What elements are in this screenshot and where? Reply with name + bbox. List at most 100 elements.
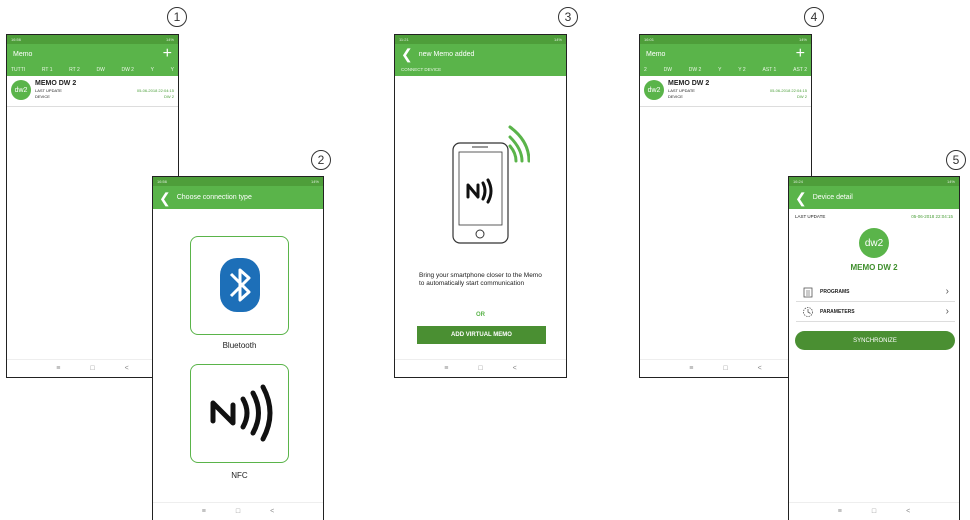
list-item[interactable]: dw2 MEMO DW 2 LAST UPDATE 05-06-2018 22:0… bbox=[7, 76, 178, 107]
menu-nav-icon[interactable]: ≡ bbox=[444, 365, 448, 372]
step-badge-5: 5 bbox=[946, 150, 966, 170]
device-label: DEVICE bbox=[35, 94, 50, 99]
nfc-label: NFC bbox=[231, 471, 248, 480]
device-value: DW 2 bbox=[797, 94, 807, 99]
menu-nav-icon[interactable]: ≡ bbox=[56, 365, 60, 372]
tab-dw[interactable]: DW bbox=[96, 67, 104, 73]
subtitle-bar: CONNECT DEVICE bbox=[395, 64, 566, 76]
nfc-option[interactable] bbox=[190, 364, 289, 463]
status-battery: 14% bbox=[165, 37, 174, 42]
step-badge-4: 4 bbox=[804, 7, 824, 27]
back-nav-icon[interactable]: < bbox=[906, 508, 910, 515]
tab-dw2[interactable]: DW 2 bbox=[689, 67, 702, 73]
screen-title: Device detail bbox=[812, 194, 853, 201]
app-title: Memo bbox=[646, 50, 666, 58]
chevron-right-icon: › bbox=[945, 286, 949, 297]
status-time: 16:01 bbox=[644, 37, 655, 42]
menu-nav-icon[interactable]: ≡ bbox=[689, 365, 693, 372]
filter-tabs: 2 DW DW 2 Y Y 2 AST 1 AST 2 bbox=[640, 64, 811, 77]
app-bar: Memo + bbox=[640, 44, 811, 64]
home-nav-icon[interactable]: □ bbox=[90, 365, 94, 372]
tab-dw[interactable]: DW bbox=[664, 67, 672, 73]
back-arrow-icon[interactable]: ❮ bbox=[401, 47, 413, 61]
device-name: MEMO DW 2 bbox=[850, 263, 898, 272]
bluetooth-option[interactable] bbox=[190, 236, 289, 335]
last-update-label: LAST UPDATE bbox=[668, 88, 695, 93]
menu-nav-icon[interactable]: ≡ bbox=[838, 508, 842, 515]
back-arrow-icon[interactable]: ❮ bbox=[159, 191, 171, 205]
tab-y[interactable]: Y bbox=[718, 67, 721, 73]
back-nav-icon[interactable]: < bbox=[513, 365, 517, 372]
last-update-label: LAST UPDATE bbox=[795, 214, 826, 219]
parameters-row[interactable]: PARAMETERS › bbox=[796, 302, 955, 322]
item-name: MEMO DW 2 bbox=[35, 80, 77, 87]
app-title: Memo bbox=[13, 50, 33, 58]
back-nav-icon[interactable]: < bbox=[270, 508, 274, 515]
home-nav-icon[interactable]: □ bbox=[478, 365, 482, 372]
synchronize-button[interactable]: SYNCHRONIZE bbox=[795, 331, 955, 350]
avatar: dw2 bbox=[859, 228, 889, 258]
status-time: 16:56 bbox=[157, 179, 168, 184]
or-label: OR bbox=[476, 312, 485, 318]
tab-y-2[interactable]: Y bbox=[171, 67, 174, 73]
status-bar: 16:56 14% bbox=[153, 177, 323, 186]
tab-tutti[interactable]: TUTTI bbox=[7, 67, 29, 77]
add-icon[interactable]: + bbox=[796, 46, 805, 62]
screen-new-memo: 11:21 14% ❮ new Memo added CONNECT DEVIC… bbox=[394, 34, 567, 378]
app-bar: ❮ new Memo added bbox=[395, 44, 566, 64]
status-battery: 14% bbox=[310, 179, 319, 184]
status-battery: 14% bbox=[946, 179, 955, 184]
step-badge-3: 3 bbox=[558, 7, 578, 27]
bluetooth-label: Bluetooth bbox=[222, 341, 257, 350]
screen-device-detail: 16:24 14% ❮ Device detail LAST UPDATE 05… bbox=[788, 176, 960, 520]
tab-y[interactable]: Y bbox=[151, 67, 154, 73]
add-virtual-memo-button[interactable]: ADD VIRTUAL MEMO bbox=[417, 326, 546, 344]
list-item[interactable]: dw2 MEMO DW 2 LAST UPDATE 05-06-2018 22:0… bbox=[640, 76, 811, 107]
tab-ast2[interactable]: AST 2 bbox=[790, 67, 810, 77]
clipboard-icon bbox=[803, 287, 813, 297]
tab-rt1[interactable]: RT 1 bbox=[42, 67, 53, 73]
tab-rt2[interactable]: RT 2 bbox=[69, 67, 80, 73]
status-bar: 16:01 14% bbox=[640, 35, 811, 44]
home-nav-icon[interactable]: □ bbox=[236, 508, 240, 515]
back-nav-icon[interactable]: < bbox=[125, 365, 129, 372]
back-arrow-icon[interactable]: ❮ bbox=[795, 191, 807, 205]
parameters-label: PARAMETERS bbox=[820, 308, 855, 315]
back-nav-icon[interactable]: < bbox=[758, 365, 762, 372]
menu-nav-icon[interactable]: ≡ bbox=[202, 508, 206, 515]
tab-ast1[interactable]: AST 1 bbox=[763, 67, 777, 73]
status-battery: 14% bbox=[553, 37, 562, 42]
last-update-value: 05-06-2018 22:04:15 bbox=[911, 214, 953, 219]
last-update-value: 05-06-2018 22:04:15 bbox=[136, 88, 174, 93]
step-badge-1: 1 bbox=[167, 7, 187, 27]
app-bar: ❮ Choose connection type bbox=[153, 186, 323, 209]
item-name: MEMO DW 2 bbox=[668, 80, 710, 87]
smartphone-nfc-icon bbox=[452, 125, 530, 244]
avatar: dw2 bbox=[11, 80, 31, 100]
nav-bar: ≡ □ < bbox=[153, 502, 323, 520]
home-nav-icon[interactable]: □ bbox=[872, 508, 876, 515]
clock-icon bbox=[803, 306, 813, 317]
screen-memo-list-2: 16:01 14% Memo + 2 DW DW 2 Y Y 2 AST 1 A… bbox=[639, 34, 812, 378]
tab-dw2[interactable]: DW 2 bbox=[121, 67, 134, 73]
step-badge-2: 2 bbox=[311, 150, 331, 170]
screen-connection-type: 16:56 14% ❮ Choose connection type Bluet… bbox=[152, 176, 324, 520]
programs-row[interactable]: PROGRAMS › bbox=[796, 282, 955, 302]
nav-bar: ≡ □ < bbox=[640, 359, 811, 377]
last-update-value: 05-06-2018 22:04:15 bbox=[769, 88, 807, 93]
bluetooth-icon bbox=[220, 258, 260, 312]
nfc-icon bbox=[210, 384, 273, 442]
programs-label: PROGRAMS bbox=[820, 288, 850, 295]
chevron-right-icon: › bbox=[945, 306, 949, 317]
status-bar: 11:21 14% bbox=[395, 35, 566, 44]
status-battery: 14% bbox=[798, 37, 807, 42]
status-time: 11:21 bbox=[399, 37, 409, 42]
app-bar: Memo + bbox=[7, 44, 178, 64]
add-icon[interactable]: + bbox=[163, 46, 172, 62]
tab-2[interactable]: 2 bbox=[644, 67, 647, 73]
nav-bar: ≡ □ < bbox=[789, 502, 959, 520]
tab-y2[interactable]: Y 2 bbox=[738, 67, 745, 73]
home-nav-icon[interactable]: □ bbox=[723, 365, 727, 372]
device-value: DW 2 bbox=[164, 94, 174, 99]
status-bar: 16:56 14% bbox=[7, 35, 178, 44]
